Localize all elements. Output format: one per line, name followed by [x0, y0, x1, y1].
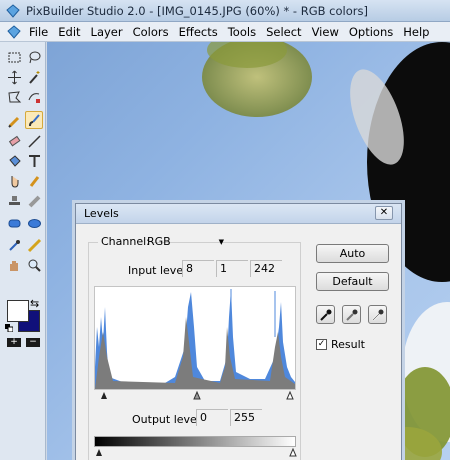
chevron-down-icon: ▼ — [218, 237, 224, 246]
magic-wand-icon[interactable] — [25, 68, 43, 86]
window-title: PixBuilder Studio 2.0 - [IMG_0145.JPG (6… — [26, 3, 368, 18]
title-bar: PixBuilder Studio 2.0 - [IMG_0145.JPG (6… — [0, 0, 450, 22]
histogram-graph — [95, 289, 295, 389]
input-white-field[interactable]: 242 — [250, 260, 282, 277]
bucket-icon[interactable] — [5, 152, 23, 170]
measure-icon[interactable] — [25, 236, 43, 254]
input-gamma-slider[interactable] — [193, 390, 201, 400]
dialog-title-bar[interactable]: Levels ✕ — [76, 204, 401, 224]
dialog-title: Levels — [84, 207, 119, 220]
gray-eyedropper-icon — [345, 309, 357, 321]
swap-colors-icon[interactable]: ⇆ — [30, 298, 39, 309]
menu-options[interactable]: Options — [344, 22, 398, 42]
input-white-slider[interactable] — [286, 390, 294, 400]
reset-colors-icon[interactable] — [5, 324, 13, 332]
result-checkbox[interactable]: ✓ — [316, 339, 327, 350]
output-white-slider[interactable] — [289, 447, 297, 457]
menu-effects[interactable]: Effects — [174, 22, 223, 42]
input-gamma-field[interactable]: 1 — [216, 260, 248, 277]
magnetic-lasso-icon[interactable] — [25, 88, 43, 106]
stamp-icon[interactable] — [5, 192, 23, 210]
app-menu-icon[interactable] — [6, 24, 22, 40]
foreground-color-swatch[interactable] — [7, 300, 29, 322]
toolbox: ⇆ + − — [0, 42, 46, 460]
pencil-icon[interactable] — [5, 112, 23, 130]
close-button[interactable]: ✕ — [375, 206, 393, 220]
menu-colors[interactable]: Colors — [128, 22, 174, 42]
polygon-lasso-icon[interactable] — [5, 88, 23, 106]
input-black-slider[interactable] — [101, 392, 107, 399]
black-eyedropper-button[interactable] — [316, 305, 335, 324]
brush-icon[interactable] — [25, 111, 43, 129]
rect-shape-icon[interactable] — [5, 214, 23, 232]
app-logo-icon — [6, 3, 20, 18]
levels-dialog: Levels ✕ Channel: RGB ▼ Input levels: 8 … — [75, 203, 402, 460]
zoom-icon[interactable] — [25, 256, 43, 274]
line-icon[interactable] — [25, 132, 43, 150]
channel-value: RGB — [147, 235, 171, 248]
eyedropper-icon[interactable] — [5, 236, 23, 254]
channel-select[interactable]: RGB ▼ — [144, 234, 224, 249]
clone-icon[interactable] — [25, 172, 43, 190]
white-eyedropper-icon — [371, 309, 383, 321]
ellipse-shape-icon[interactable] — [25, 214, 43, 232]
black-eyedropper-icon — [319, 309, 331, 321]
menu-help[interactable]: Help — [398, 22, 434, 42]
menu-edit[interactable]: Edit — [53, 22, 85, 42]
menu-file[interactable]: File — [24, 22, 53, 42]
menu-layer[interactable]: Layer — [86, 22, 128, 42]
input-sliders[interactable] — [96, 390, 298, 400]
output-sliders[interactable] — [96, 447, 298, 457]
output-black-field[interactable]: 0 — [196, 409, 228, 426]
hand-icon[interactable] — [5, 256, 23, 274]
auto-button[interactable]: Auto — [316, 244, 389, 263]
menu-view[interactable]: View — [307, 22, 344, 42]
menu-select[interactable]: Select — [261, 22, 306, 42]
result-checkbox-row[interactable]: ✓ Result — [316, 338, 365, 351]
smudge-icon[interactable] — [5, 172, 23, 190]
white-eyedropper-button[interactable] — [368, 305, 387, 324]
gray-eyedropper-button[interactable] — [342, 305, 361, 324]
eraser-icon[interactable] — [5, 132, 23, 150]
output-white-field[interactable]: 255 — [230, 409, 262, 426]
menu-tools[interactable]: Tools — [223, 22, 261, 42]
move-icon[interactable] — [5, 68, 23, 86]
output-gradient — [94, 436, 296, 447]
default-button[interactable]: Default — [316, 272, 389, 291]
text-icon[interactable] — [25, 152, 43, 170]
gradient-icon[interactable] — [25, 192, 43, 210]
lasso-icon[interactable] — [25, 48, 43, 66]
remove-button[interactable]: − — [26, 338, 40, 347]
result-label: Result — [331, 338, 365, 351]
menu-bar: File Edit Layer Colors Effects Tools Sel… — [0, 22, 450, 42]
histogram — [94, 286, 296, 390]
input-black-field[interactable]: 8 — [182, 260, 214, 277]
add-button[interactable]: + — [7, 338, 21, 347]
rect-select-icon[interactable] — [5, 48, 23, 66]
output-black-slider[interactable] — [96, 449, 102, 456]
